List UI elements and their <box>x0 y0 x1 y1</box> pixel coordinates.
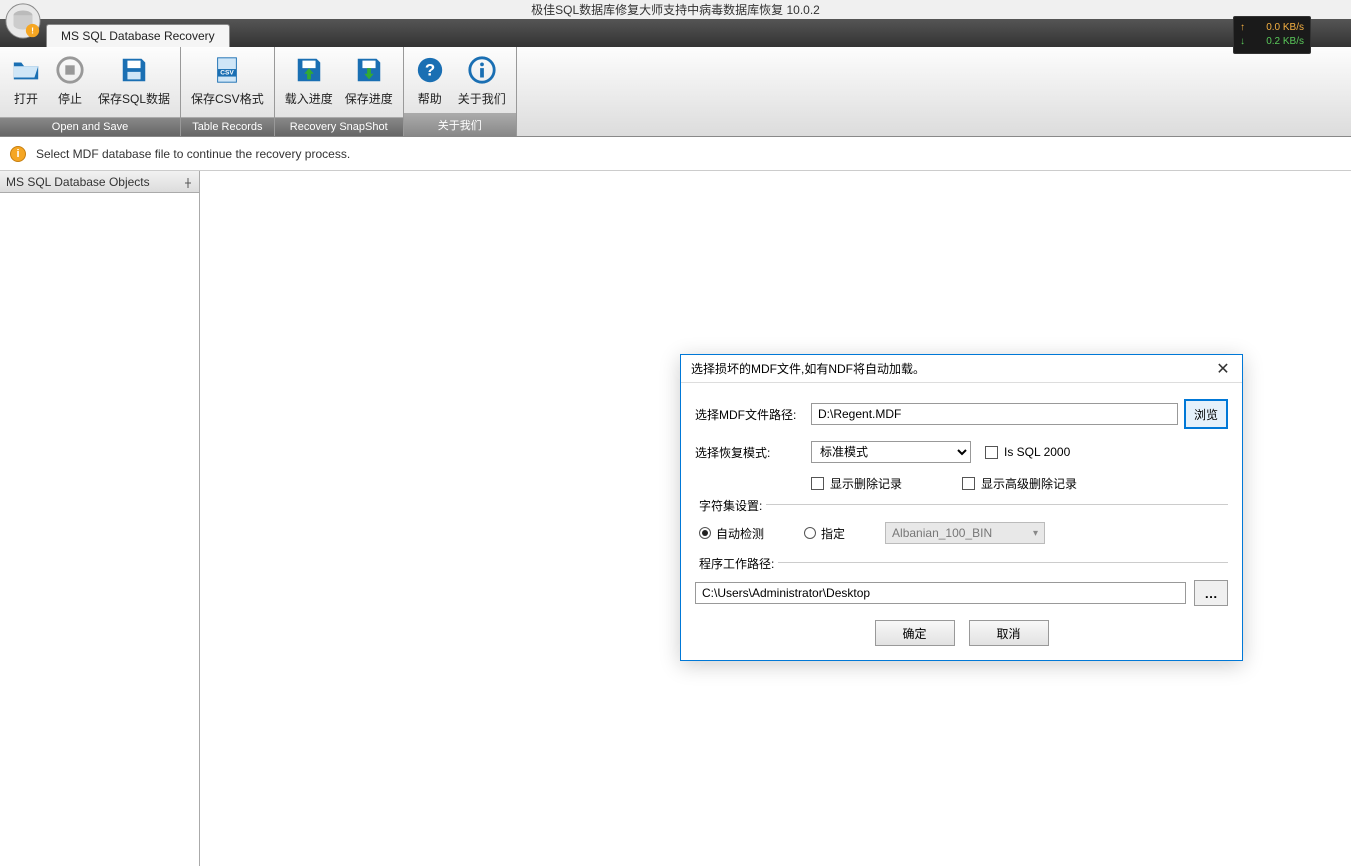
info-bar: i Select MDF database file to continue t… <box>0 137 1351 171</box>
save-csv-label: 保存CSV格式 <box>191 90 264 107</box>
is-sql2000-label: Is SQL 2000 <box>1004 445 1070 459</box>
save-progress-label: 保存进度 <box>345 90 393 107</box>
app-logo-icon: ! <box>4 2 42 40</box>
charset-legend: 字符集设置: <box>695 497 766 514</box>
window-title: 极佳SQL数据库修复大师支持中病毒数据库恢复 10.0.2 <box>531 1 820 18</box>
ribbon-tabstrip: MS SQL Database Recovery <box>0 19 1351 47</box>
ok-button[interactable]: 确定 <box>875 620 955 646</box>
stop-label: 停止 <box>58 90 82 107</box>
recovery-mode-select[interactable]: 标准模式 <box>811 441 971 463</box>
group-caption: 关于我们 <box>404 113 516 136</box>
info-badge-icon: i <box>10 146 26 162</box>
stop-icon <box>54 54 86 86</box>
browse-label: 浏览 <box>1194 408 1218 422</box>
upload-speed: 0.0 KB/s <box>1266 21 1304 35</box>
charset-select: Albanian_100_BIN ▾ <box>885 522 1045 544</box>
help-icon: ? <box>414 54 446 86</box>
about-button[interactable]: 关于我们 <box>452 50 512 113</box>
sidebar-title: MS SQL Database Objects <box>6 175 150 189</box>
load-progress-label: 载入进度 <box>285 90 333 107</box>
csv-file-icon: CSV <box>211 54 243 86</box>
about-label: 关于我们 <box>458 90 506 107</box>
network-speed-overlay: ↑ 0.0 KB/s ↓ 0.2 KB/s <box>1233 16 1311 54</box>
download-speed: 0.2 KB/s <box>1266 35 1304 49</box>
open-button[interactable]: 打开 <box>4 50 48 117</box>
dialog-title-text: 选择损坏的MDF文件,如有NDF将自动加载。 <box>691 360 925 377</box>
save-progress-button[interactable]: 保存进度 <box>339 50 399 117</box>
checkbox-icon <box>811 477 824 490</box>
close-icon: ✕ <box>1216 359 1229 379</box>
svg-text:?: ? <box>425 61 435 80</box>
ribbon-group-open-save: 打开 停止 保存SQL数据 Open and Save <box>0 47 181 136</box>
help-button[interactable]: ? 帮助 <box>408 50 452 113</box>
cancel-button[interactable]: 取消 <box>969 620 1049 646</box>
info-icon <box>466 54 498 86</box>
ribbon-group-recovery-snapshot: 载入进度 保存进度 Recovery SnapShot <box>275 47 404 136</box>
workpath-browse-button[interactable]: … <box>1194 580 1228 606</box>
dialog-titlebar: 选择损坏的MDF文件,如有NDF将自动加载。 ✕ <box>681 355 1242 383</box>
recovery-mode-label: 选择恢复模式: <box>695 444 811 461</box>
show-adv-deleted-label: 显示高级删除记录 <box>981 475 1077 492</box>
help-label: 帮助 <box>418 90 442 107</box>
checkbox-icon <box>985 446 998 459</box>
ribbon-group-about: ? 帮助 关于我们 关于我们 <box>404 47 517 136</box>
show-deleted-label: 显示删除记录 <box>830 475 902 492</box>
tab-label: MS SQL Database Recovery <box>61 29 215 43</box>
radio-checked-icon <box>699 527 711 539</box>
info-message: Select MDF database file to continue the… <box>36 147 350 161</box>
group-caption: Table Records <box>181 117 274 136</box>
workpath-fieldset: 程序工作路径: … <box>695 562 1228 606</box>
checkbox-icon <box>962 477 975 490</box>
select-mdf-dialog: 选择损坏的MDF文件,如有NDF将自动加载。 ✕ 选择MDF文件路径: 浏览 选… <box>680 354 1243 661</box>
radio-icon <box>804 527 816 539</box>
open-label: 打开 <box>14 90 38 107</box>
group-caption: Open and Save <box>0 117 180 136</box>
sidebar-panel: MS SQL Database Objects <box>0 171 200 866</box>
save-sql-label: 保存SQL数据 <box>98 90 170 107</box>
title-bar: ! 极佳SQL数据库修复大师支持中病毒数据库恢复 10.0.2 <box>0 0 1351 19</box>
mdf-path-input[interactable] <box>811 403 1178 425</box>
workpath-input[interactable] <box>695 582 1186 604</box>
chevron-down-icon: ▾ <box>1033 528 1038 539</box>
sidebar-header: MS SQL Database Objects <box>0 171 199 193</box>
svg-text:CSV: CSV <box>221 70 235 77</box>
show-deleted-checkbox[interactable]: 显示删除记录 <box>811 475 902 492</box>
pin-icon[interactable] <box>183 177 193 187</box>
load-icon <box>293 54 325 86</box>
specify-label: 指定 <box>821 525 845 542</box>
show-adv-deleted-checkbox[interactable]: 显示高级删除记录 <box>962 475 1077 492</box>
mdf-path-label: 选择MDF文件路径: <box>695 406 811 423</box>
load-progress-button[interactable]: 载入进度 <box>279 50 339 117</box>
specify-radio[interactable]: 指定 <box>804 525 845 542</box>
cancel-label: 取消 <box>996 627 1020 641</box>
download-arrow-icon: ↓ <box>1240 35 1245 49</box>
tab-recovery[interactable]: MS SQL Database Recovery <box>46 24 230 47</box>
stop-button[interactable]: 停止 <box>48 50 92 117</box>
ribbon-group-table-records: CSV 保存CSV格式 Table Records <box>181 47 275 136</box>
ellipsis-icon: … <box>1204 586 1217 601</box>
save-csv-button[interactable]: CSV 保存CSV格式 <box>185 50 270 117</box>
charset-fieldset: 字符集设置: 自动检测 指定 Albanian_100_BIN ▾ <box>695 504 1228 544</box>
ok-label: 确定 <box>902 627 926 641</box>
group-caption: Recovery SnapShot <box>275 117 403 136</box>
auto-detect-label: 自动检测 <box>716 525 764 542</box>
close-button[interactable]: ✕ <box>1214 360 1232 378</box>
browse-button[interactable]: 浏览 <box>1184 399 1228 429</box>
charset-value: Albanian_100_BIN <box>892 526 992 540</box>
auto-detect-radio[interactable]: 自动检测 <box>699 525 764 542</box>
workpath-legend: 程序工作路径: <box>695 555 778 572</box>
folder-open-icon <box>10 54 42 86</box>
save-icon <box>118 54 150 86</box>
ribbon: 打开 停止 保存SQL数据 Open and Save CSV <box>0 47 1351 137</box>
is-sql2000-checkbox[interactable]: Is SQL 2000 <box>985 445 1070 459</box>
upload-arrow-icon: ↑ <box>1240 21 1245 35</box>
svg-text:!: ! <box>31 25 34 35</box>
save-progress-icon <box>353 54 385 86</box>
save-sql-button[interactable]: 保存SQL数据 <box>92 50 176 117</box>
